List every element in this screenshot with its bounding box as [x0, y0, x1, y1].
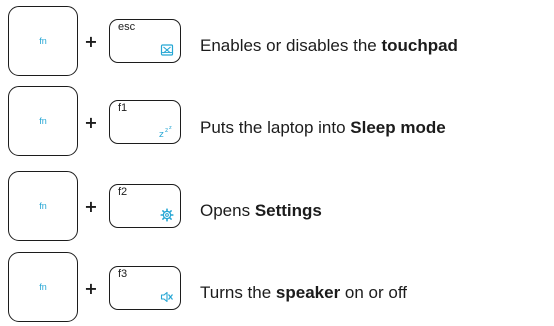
plus-sign: +	[84, 197, 98, 216]
plus-sign: +	[84, 279, 98, 298]
fn-key-label: fn	[39, 200, 47, 211]
shortcut-row-sleep: fn + f1 z z z Puts the laptop into Sleep…	[0, 83, 554, 163]
fn-key: fn	[8, 6, 78, 76]
f2-key: f2	[109, 184, 181, 228]
shortcut-description: Turns the speaker on or off	[200, 283, 407, 302]
fn-key: fn	[8, 252, 78, 322]
shortcut-row-speaker: fn + f3 Turns the speaker on or off	[0, 246, 554, 326]
f3-key: f3	[109, 266, 181, 310]
f2-key-label: f2	[118, 186, 128, 198]
fn-key-label: fn	[39, 281, 47, 292]
esc-key-label: esc	[118, 21, 136, 33]
f1-key: f1 z z z	[109, 100, 181, 144]
settings-gear-icon	[160, 208, 174, 222]
svg-text:z: z	[169, 125, 172, 131]
fn-key-label: fn	[39, 35, 47, 46]
speaker-mute-icon	[160, 291, 173, 303]
shortcut-row-touchpad: fn + esc Enables or disables the touchpa…	[0, 3, 554, 83]
touchpad-toggle-icon	[160, 44, 174, 56]
fn-key: fn	[8, 86, 78, 156]
svg-text:z: z	[159, 130, 164, 138]
esc-key: esc	[109, 19, 181, 63]
shortcut-description: Puts the laptop into Sleep mode	[200, 118, 446, 137]
shortcut-description: Enables or disables the touchpad	[200, 36, 458, 55]
f3-key-label: f3	[118, 268, 128, 280]
fn-key: fn	[8, 171, 78, 241]
sleep-icon: z z z	[159, 125, 172, 138]
shortcut-row-settings: fn + f2 Opens Settings	[0, 165, 554, 245]
f1-key-label: f1	[118, 102, 128, 114]
plus-sign: +	[84, 113, 98, 132]
plus-sign: +	[84, 32, 98, 51]
fn-key-label: fn	[39, 115, 47, 126]
svg-text:z: z	[165, 127, 168, 134]
shortcut-description: Opens Settings	[200, 201, 322, 220]
